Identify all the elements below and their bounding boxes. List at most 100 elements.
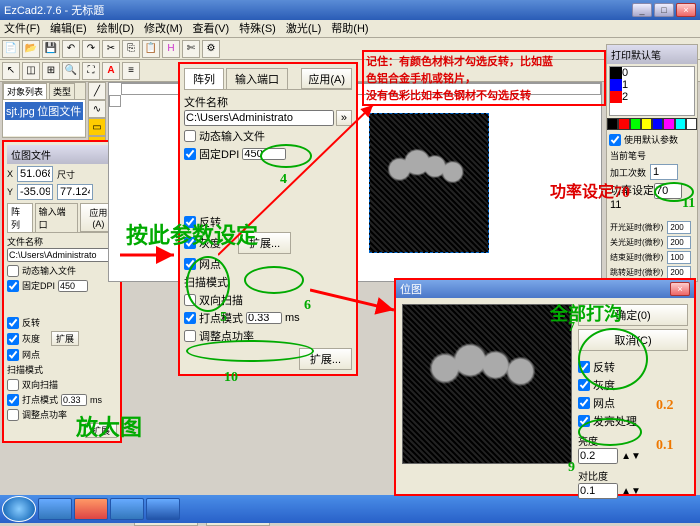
scanmode-label: 扫描模式 <box>184 274 352 290</box>
tb-node-icon[interactable]: ◫ <box>22 62 40 80</box>
panel-title: 位图文件 <box>7 145 117 164</box>
pos-x[interactable] <box>17 166 53 182</box>
filename-label: 文件名称 <box>7 235 117 248</box>
chk-dot-b[interactable] <box>578 397 590 409</box>
cancel-btn[interactable]: 取消(C) <box>578 329 688 351</box>
tb-arrow-icon[interactable]: ↖ <box>2 62 20 80</box>
chk-dyn[interactable] <box>7 265 19 277</box>
start-button[interactable] <box>2 496 36 522</box>
chk-invert-c[interactable] <box>184 216 196 228</box>
tb-scissors-icon[interactable]: ✄ <box>182 40 200 58</box>
bitmap-close-icon[interactable]: × <box>670 282 690 296</box>
close-button[interactable]: × <box>676 3 696 17</box>
tab-array-c[interactable]: 阵列 <box>184 68 224 89</box>
tab-type[interactable]: 类型 <box>49 83 75 99</box>
tb-h-icon[interactable]: H <box>162 40 180 58</box>
tab-array[interactable]: 阵列 <box>7 203 33 232</box>
chk-bidir-s[interactable] <box>7 379 19 391</box>
tb-undo-icon[interactable]: ↶ <box>62 40 80 58</box>
chk-gray-s[interactable] <box>7 333 19 345</box>
tb-grid-icon[interactable]: ⊞ <box>42 62 60 80</box>
chk-default[interactable] <box>609 134 621 146</box>
tb-text-a-icon[interactable]: A <box>102 62 120 80</box>
curve-icon[interactable]: ∿ <box>88 100 106 118</box>
chk-bright-b[interactable] <box>578 415 590 427</box>
ok-btn[interactable]: 确定(0) <box>578 304 688 326</box>
chk-dotmode-c[interactable] <box>184 312 196 324</box>
task-ppt-icon[interactable] <box>74 498 108 520</box>
chk-pow-s[interactable] <box>7 409 19 421</box>
expand-btn-c[interactable]: 扩展... <box>238 232 291 254</box>
task-app-icon[interactable] <box>110 498 144 520</box>
expand-btn-s[interactable]: 扩展 <box>51 331 79 346</box>
contrast-input[interactable] <box>578 483 618 499</box>
minimize-button[interactable]: _ <box>632 3 652 17</box>
tab-name[interactable]: 对象列表 <box>3 83 47 99</box>
task-word-icon[interactable] <box>146 498 180 520</box>
menubar: 文件(F) 编辑(E) 绘制(D) 修改(M) 查看(V) 特殊(S) 激光(L… <box>0 20 700 38</box>
pos-y[interactable] <box>17 184 53 200</box>
tb-save-icon[interactable]: 💾 <box>42 40 60 58</box>
line-icon[interactable]: ╱ <box>88 82 106 100</box>
right-panel: 打印默认笔 0 1 2 使用默认参数 当前笔号 加工次数 功率设定 11 开光延… <box>606 44 698 282</box>
canvas-image[interactable] <box>369 113 489 253</box>
chk-dpi-c[interactable] <box>184 148 196 160</box>
main-titlebar: EzCad2.7.6 - 无标题 _ □ × <box>0 0 700 20</box>
tb-open-icon[interactable]: 📂 <box>22 40 40 58</box>
maximize-button[interactable]: □ <box>654 3 674 17</box>
menu-modify[interactable]: 修改(M) <box>144 20 183 37</box>
object-list[interactable]: sjt.jpg 位图文件 <box>3 100 85 136</box>
chk-bidir-c[interactable] <box>184 294 196 306</box>
tb-fit-icon[interactable]: ⛶ <box>82 62 100 80</box>
color-swatches[interactable] <box>607 118 697 130</box>
tb-new-icon[interactable]: 📄 <box>2 40 20 58</box>
tb-cut-icon[interactable]: ✂ <box>102 40 120 58</box>
menu-help[interactable]: 帮助(H) <box>331 20 368 37</box>
chk-dotmode-s[interactable] <box>7 394 19 406</box>
menu-file[interactable]: 文件(F) <box>4 20 40 37</box>
tab-io-c[interactable]: 输入端口 <box>226 68 288 89</box>
browse-btn[interactable]: » <box>336 110 352 126</box>
bright-input[interactable] <box>578 448 618 464</box>
tab-io[interactable]: 输入端口 <box>35 203 78 232</box>
list-item[interactable]: sjt.jpg 位图文件 <box>5 102 83 120</box>
menu-laser[interactable]: 激光(L) <box>286 20 321 37</box>
menu-edit[interactable]: 编辑(E) <box>50 20 87 37</box>
tb-align-icon[interactable]: ≡ <box>122 62 140 80</box>
dpi-input[interactable] <box>58 280 88 292</box>
chk-pow-c[interactable] <box>184 330 196 342</box>
tb-paste-icon[interactable]: 📋 <box>142 40 160 58</box>
dotval-c[interactable] <box>246 312 282 324</box>
filename-label-c: 文件名称 <box>184 94 352 110</box>
filename-c[interactable] <box>184 110 334 126</box>
tb-redo-icon[interactable]: ↷ <box>82 40 100 58</box>
menu-draw[interactable]: 绘制(D) <box>97 20 134 37</box>
rect-icon[interactable]: ▭ <box>88 118 106 136</box>
expand2-c[interactable]: 扩展... <box>299 348 352 370</box>
filename-input[interactable] <box>7 248 117 262</box>
tb-zoom-icon[interactable]: 🔍 <box>62 62 80 80</box>
apply-btn-c[interactable]: 应用(A) <box>301 68 352 89</box>
window-controls: _ □ × <box>632 3 696 17</box>
chk-invert-s[interactable] <box>7 317 19 329</box>
obj-tabs: 对象列表 类型 <box>3 83 85 100</box>
chk-dyn-c[interactable] <box>184 130 196 142</box>
expand2-btn-s[interactable]: 扩展 <box>85 423 117 438</box>
chk-dpi[interactable] <box>7 280 19 292</box>
chk-invert-b[interactable] <box>578 361 590 373</box>
task-explorer-icon[interactable] <box>38 498 72 520</box>
pen-list[interactable]: 0 1 2 <box>609 66 695 116</box>
bitmap-titlebar: 位图 × <box>396 280 694 298</box>
dpi-c[interactable] <box>242 148 286 160</box>
tb-copy-icon[interactable]: ⎘ <box>122 40 140 58</box>
chk-gray-b[interactable] <box>578 379 590 391</box>
tb-tool-icon[interactable]: ⚙ <box>202 40 220 58</box>
chk-gray-c[interactable] <box>184 237 196 249</box>
menu-special[interactable]: 特殊(S) <box>239 20 276 37</box>
chk-dot-s[interactable] <box>7 349 19 361</box>
menu-view[interactable]: 查看(V) <box>193 20 230 37</box>
chk-dot-c[interactable] <box>184 258 196 270</box>
bitmap-dialog: 位图 × 确定(0) 取消(C) 反转 灰度 网点 发亮处理 亮度 ▲▼ 对比度… <box>394 278 696 496</box>
power-input[interactable] <box>654 183 682 199</box>
red-note-box: 记住：有颜色材料才勾选反转，比如蓝 色铝合金手机或铭片， 没有色彩比如本色钢材不… <box>362 50 606 106</box>
